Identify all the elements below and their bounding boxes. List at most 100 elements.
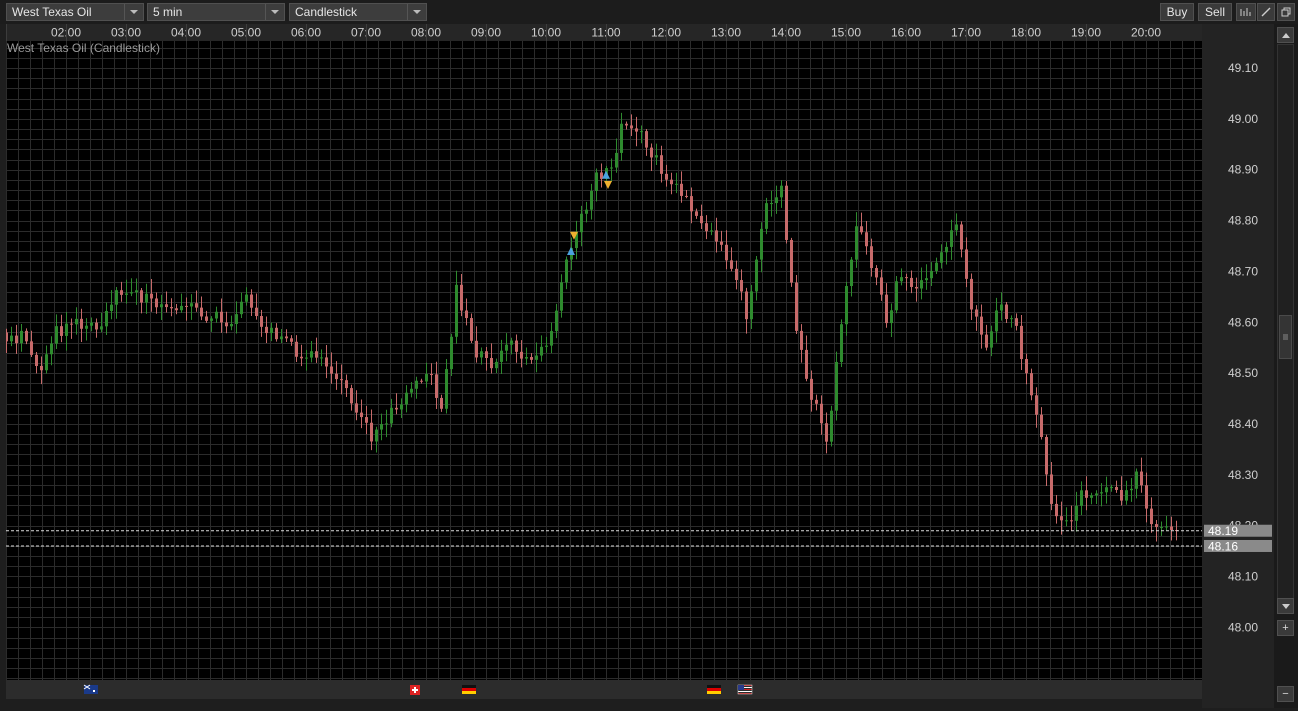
candle-body — [1020, 326, 1023, 359]
interval-dropdown[interactable]: 5 min — [147, 3, 285, 21]
usa-flag[interactable] — [738, 685, 752, 694]
detach-window-button[interactable] — [1277, 3, 1295, 21]
candle-body — [1070, 520, 1073, 521]
candle-body — [90, 323, 93, 326]
candle-body — [475, 341, 478, 358]
candle-body — [700, 216, 703, 223]
candle-body — [850, 260, 853, 286]
scroll-up-button[interactable] — [1277, 27, 1294, 43]
chart-title: West Texas Oil (Candlestick) — [7, 41, 160, 55]
candle-body — [140, 290, 143, 302]
candle-body — [720, 242, 723, 245]
germany-flag[interactable] — [462, 685, 476, 694]
candle-body — [810, 379, 813, 400]
candle-body — [705, 223, 708, 231]
candle-body — [550, 331, 553, 346]
australia-flag[interactable] — [84, 685, 98, 694]
candle-body — [75, 319, 78, 324]
candle-body — [540, 347, 543, 356]
candle-body — [1055, 504, 1058, 516]
candle-body — [330, 366, 333, 373]
candle-body — [565, 260, 568, 283]
candle-body — [1125, 490, 1128, 500]
price-axis[interactable]: 48.0048.1048.2048.3048.4048.5048.6048.70… — [1202, 24, 1274, 708]
indicators-button[interactable] — [1236, 3, 1256, 21]
candle-body — [855, 226, 858, 259]
chart-type-label: Candlestick — [295, 5, 357, 19]
candle-body — [880, 277, 883, 294]
candle-body — [690, 196, 693, 211]
trading-chart-window: West Texas Oil 5 min Candlestick Buy Sel… — [0, 0, 1298, 708]
right-controls: + − — [1274, 24, 1298, 708]
candle-body — [320, 357, 323, 358]
candle-body — [1170, 526, 1173, 530]
candle-body — [615, 153, 618, 168]
candle-body — [405, 393, 408, 405]
candle-body — [675, 184, 678, 185]
candle-body — [20, 331, 23, 343]
price-scrollbar[interactable] — [1277, 44, 1294, 602]
candle-body — [1120, 490, 1123, 501]
candle-body — [430, 374, 433, 375]
scroll-down-button[interactable] — [1277, 598, 1294, 614]
candle-body — [1115, 487, 1118, 490]
candle-body — [1145, 485, 1148, 508]
candle-body — [225, 322, 228, 326]
candle-body — [450, 337, 453, 369]
candle-body — [365, 417, 368, 423]
candle-body — [465, 311, 468, 319]
candle-body — [715, 230, 718, 241]
candle-body — [1085, 490, 1088, 497]
candle-body — [825, 423, 828, 441]
candle-body — [1050, 474, 1053, 503]
candle-body — [1160, 527, 1163, 528]
candle-body — [275, 328, 278, 339]
candle-body — [1040, 415, 1043, 437]
draw-tool-button[interactable] — [1257, 3, 1275, 21]
candle-body — [915, 287, 918, 289]
candle-body — [750, 291, 753, 319]
candle-body — [1155, 524, 1158, 527]
sell-button[interactable]: Sell — [1198, 3, 1232, 21]
candle-body — [895, 281, 898, 310]
candle-body — [990, 331, 993, 347]
switzerland-flag[interactable] — [410, 685, 420, 695]
zoom-in-button[interactable]: + — [1277, 620, 1294, 636]
candle-body — [1080, 490, 1083, 505]
germany-flag[interactable] — [707, 685, 721, 694]
zoom-out-button[interactable]: − — [1277, 686, 1294, 702]
events-flag-bar — [6, 680, 1202, 699]
candle-body — [415, 381, 418, 389]
candle-body — [6, 332, 8, 341]
candle-body — [335, 374, 338, 379]
candle-body — [960, 224, 963, 249]
candle-body — [1015, 318, 1018, 326]
candle-body — [195, 303, 198, 307]
candle-body — [290, 338, 293, 341]
price-tick-label: 48.30 — [1228, 468, 1258, 482]
candle-body — [230, 324, 233, 326]
chart-type-dropdown[interactable]: Candlestick — [289, 3, 427, 21]
price-tick-label: 48.50 — [1228, 366, 1258, 380]
candle-body — [650, 148, 653, 158]
candle-body — [725, 245, 728, 261]
candle-body — [105, 311, 108, 326]
instrument-dropdown[interactable]: West Texas Oil — [6, 3, 144, 21]
candle-body — [620, 124, 623, 153]
event-flags — [6, 680, 1202, 699]
candle-body — [630, 125, 633, 128]
candle-body — [805, 350, 808, 379]
candle-body — [345, 380, 348, 388]
candle-body — [595, 172, 598, 191]
scrollbar-thumb[interactable] — [1279, 315, 1292, 359]
candle-body — [885, 295, 888, 323]
chart-plot-area[interactable] — [6, 41, 1202, 680]
candle-body — [865, 232, 868, 246]
candle-body — [1110, 487, 1113, 488]
candle-body — [1010, 318, 1013, 319]
chevron-down-icon — [407, 4, 426, 20]
buy-button[interactable]: Buy — [1160, 3, 1194, 21]
indicators-icon — [1240, 7, 1252, 17]
candle-body — [910, 278, 913, 287]
candle-body — [760, 229, 763, 260]
